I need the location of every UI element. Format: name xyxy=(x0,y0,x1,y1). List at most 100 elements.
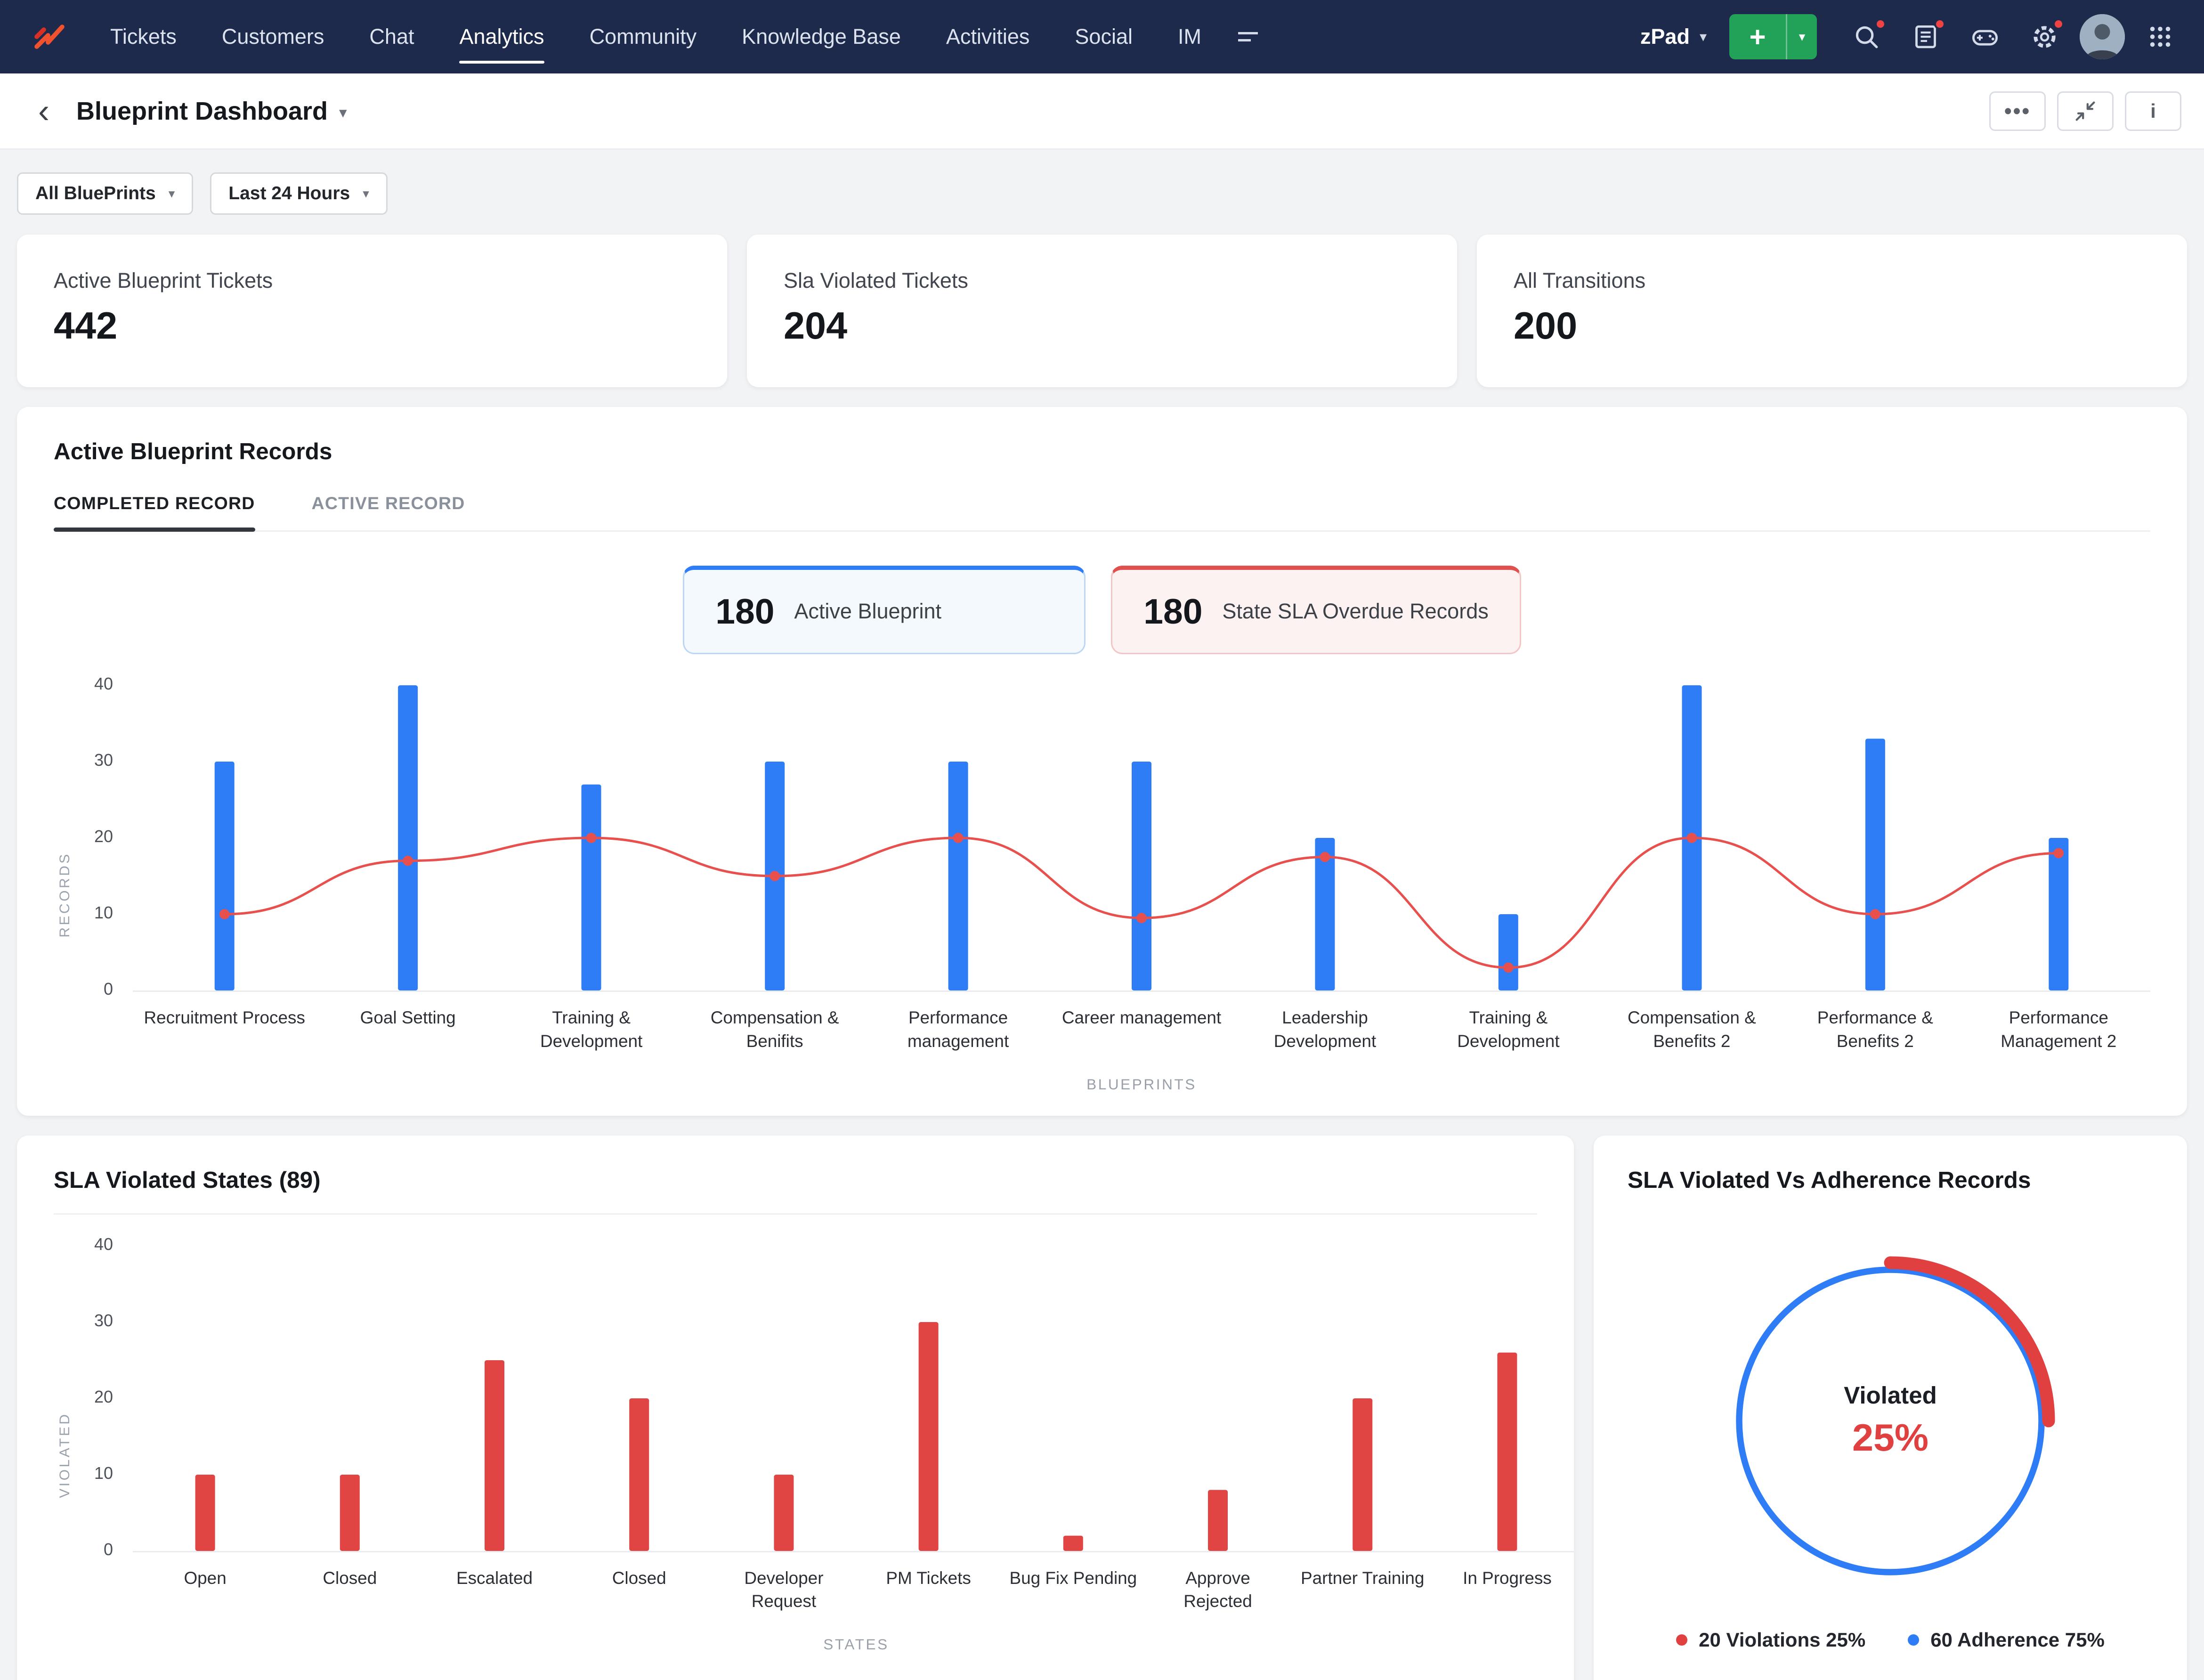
donut-center-label: Violated xyxy=(1844,1382,1937,1409)
nav-menu: Tickets Customers Chat Analytics Communi… xyxy=(88,0,1272,73)
feeds-icon[interactable] xyxy=(1902,13,1950,61)
summary-badges: 180 Active Blueprint 180 State SLA Overd… xyxy=(54,566,2150,654)
chevron-down-icon: ▾ xyxy=(363,186,369,201)
category-label: Performance management xyxy=(907,1008,1009,1051)
chart-plot-area xyxy=(133,1246,1574,1552)
y-tick-label: 30 xyxy=(94,1310,113,1330)
legend-label: 20 Violations 25% xyxy=(1699,1628,1866,1651)
badge-label: Active Blueprint xyxy=(794,599,942,623)
stat-label: All Transitions xyxy=(1514,268,1646,292)
y-tick-label: 30 xyxy=(94,750,113,770)
app-grid-icon[interactable] xyxy=(2136,13,2184,61)
y-tick-label: 40 xyxy=(94,1234,113,1254)
active-blueprint-records-panel: Active Blueprint Records COMPLETED RECOR… xyxy=(17,407,2187,1116)
category-label: Goal Setting xyxy=(360,1008,456,1027)
top-nav: Tickets Customers Chat Analytics Communi… xyxy=(0,0,2204,73)
category-label: Escalated xyxy=(456,1568,533,1588)
category-label: Compensation & Benifits xyxy=(710,1008,839,1051)
category-label: Compensation & Benefits 2 xyxy=(1627,1008,1756,1051)
sla-violated-states-panel: SLA Violated States (89) VIOLATED 0 10 20 3… xyxy=(17,1135,1574,1680)
donut-legend: 20 Violations 25% 60 Adherence 75% xyxy=(1628,1629,2153,1651)
panel-title: Active Blueprint Records xyxy=(54,438,332,464)
app-root: Tickets Customers Chat Analytics Communi… xyxy=(0,0,2204,1680)
y-tick-label: 10 xyxy=(94,903,113,922)
nav-item-analytics[interactable]: Analytics xyxy=(437,0,567,73)
x-axis-title: BLUEPRINTS xyxy=(1086,1075,1197,1093)
plus-icon[interactable]: + xyxy=(1729,14,1786,59)
notification-dot xyxy=(1875,18,1886,30)
collapse-button[interactable] xyxy=(2057,91,2114,131)
category-label: Developer Request xyxy=(744,1568,824,1611)
x-axis-category-labels: Recruitment Process Goal Setting Training … xyxy=(133,1006,2150,1053)
panel-title: SLA Violated Vs Adherence Records xyxy=(1628,1167,2031,1193)
nav-item-social[interactable]: Social xyxy=(1052,0,1155,73)
category-label: Training & Development xyxy=(540,1008,643,1051)
donut-center-value: 25% xyxy=(1852,1417,1929,1460)
back-button[interactable]: ‹ xyxy=(23,90,65,132)
nav-item-customers[interactable]: Customers xyxy=(199,0,347,73)
badge-value: 180 xyxy=(1143,592,1203,631)
stat-value: 442 xyxy=(54,305,118,347)
y-tick-label: 0 xyxy=(103,1539,113,1559)
tab-active-record[interactable]: ACTIVE RECORD xyxy=(312,493,465,530)
stats-row: Active Blueprint Tickets 442 Sla Violate… xyxy=(0,235,2204,387)
category-label: In Progress xyxy=(1463,1568,1552,1588)
add-new-button[interactable]: + ▾ xyxy=(1729,14,1817,59)
nav-item-chat[interactable]: Chat xyxy=(347,0,437,73)
nav-right-cluster: zPad ▾ + ▾ xyxy=(1640,13,2184,61)
search-icon[interactable] xyxy=(1842,13,1890,61)
x-axis-category-labels: Open Closed Escalated Closed Developer Reque… xyxy=(133,1566,1574,1614)
filter-bar: All BluePrints ▾ Last 24 Hours ▾ xyxy=(0,150,2204,235)
active-blueprint-badge: 180 Active Blueprint xyxy=(683,566,1086,654)
stat-card-all-transitions: All Transitions 200 xyxy=(1477,235,2187,387)
gamescope-icon[interactable] xyxy=(1961,13,2009,61)
y-tick-label: 10 xyxy=(94,1463,113,1483)
sla-overdue-badge: 180 State SLA Overdue Records xyxy=(1111,566,1521,654)
record-tabs: COMPLETED RECORD ACTIVE RECORD xyxy=(54,493,2150,533)
time-range-filter-dropdown[interactable]: Last 24 Hours ▾ xyxy=(210,172,388,215)
donut-chart: Violated 25% xyxy=(1700,1230,2081,1612)
nav-item-tickets[interactable]: Tickets xyxy=(88,0,199,73)
blueprint-filter-dropdown[interactable]: All BluePrints ▾ xyxy=(17,172,194,215)
info-button[interactable]: i xyxy=(2125,91,2181,131)
sla-violated-vs-adherence-panel: SLA Violated Vs Adherence Records Violat… xyxy=(1594,1135,2187,1680)
more-modules-icon[interactable] xyxy=(1224,13,1272,61)
stat-label: Sla Violated Tickets xyxy=(784,268,968,292)
avatar[interactable] xyxy=(2080,14,2125,59)
gear-icon[interactable] xyxy=(2020,13,2068,61)
category-label: Open xyxy=(184,1568,227,1588)
page-header: ‹ Blueprint Dashboard ▾ ••• i xyxy=(0,73,2204,150)
y-axis-title: RECORDS xyxy=(57,852,73,938)
category-label: Leadership Development xyxy=(1273,1008,1377,1051)
category-label: Bug Fix Pending xyxy=(1009,1568,1137,1588)
workspace-switcher[interactable]: zPad ▾ xyxy=(1640,24,1707,49)
y-axis-ticks: 0 10 20 30 40 xyxy=(76,674,133,998)
category-label: Closed xyxy=(323,1568,377,1588)
chart-plot-area xyxy=(133,685,2150,992)
category-label: Closed xyxy=(612,1568,666,1588)
legend-dot xyxy=(1676,1634,1688,1646)
zoho-desk-logo-icon xyxy=(34,24,65,49)
badge-label: State SLA Overdue Records xyxy=(1222,599,1489,623)
stat-value: 200 xyxy=(1514,305,1578,347)
y-axis-ticks: 0 10 20 30 40 xyxy=(76,1234,133,1559)
sla-violated-states-chart: VIOLATED 0 10 20 30 40 Open Closed Escalated Cl… xyxy=(54,1234,1574,1665)
tab-completed-record[interactable]: COMPLETED RECORD xyxy=(54,493,255,533)
add-new-caret-icon[interactable]: ▾ xyxy=(1786,14,1817,59)
app-logo[interactable] xyxy=(28,16,71,58)
nav-item-knowledge-base[interactable]: Knowledge Base xyxy=(719,0,924,73)
category-label: Career management xyxy=(1061,1008,1222,1027)
more-options-button[interactable]: ••• xyxy=(1989,91,2046,131)
nav-item-community[interactable]: Community xyxy=(567,0,720,73)
time-range-filter-label: Last 24 Hours xyxy=(228,183,350,203)
nav-item-im[interactable]: IM xyxy=(1155,0,1224,73)
chevron-down-icon: ▾ xyxy=(168,186,175,201)
notification-dot xyxy=(1934,18,1945,30)
category-label: Performance & Benefits 2 xyxy=(1817,1008,1933,1051)
category-label: Performance Management 2 xyxy=(2001,1008,2117,1051)
legend-dot xyxy=(1908,1634,1920,1646)
nav-item-activities[interactable]: Activities xyxy=(924,0,1053,73)
blueprint-filter-label: All BluePrints xyxy=(35,183,156,203)
dashboard-select-caret-icon[interactable]: ▾ xyxy=(339,103,347,122)
stat-card-active-blueprint-tickets: Active Blueprint Tickets 442 xyxy=(17,235,727,387)
